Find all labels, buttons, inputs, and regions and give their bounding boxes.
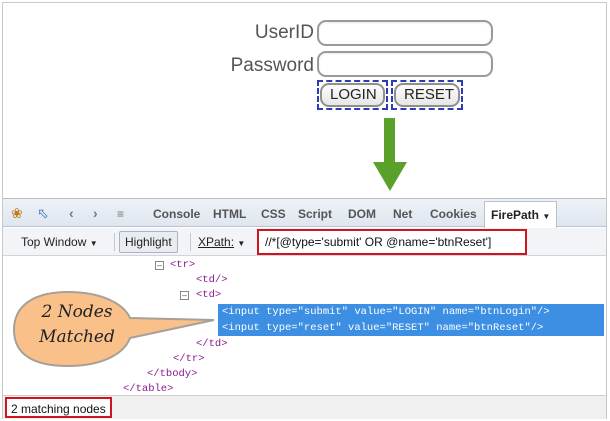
login-button-highlight: LOGIN [317,80,388,110]
xpath-input[interactable]: //*[@type='submit' OR @name='btnReset'] [257,229,527,255]
forward-icon[interactable]: › [93,205,98,221]
tab-net[interactable]: Net [393,207,412,221]
xpath-type-select[interactable]: XPath: ▼ [198,235,245,249]
callout-text: 2 Nodes Matched [22,300,132,350]
matched-node-reset[interactable]: <input type="reset" value="RESET" name="… [218,320,604,336]
frame-select[interactable]: Top Window ▼ [21,235,98,249]
matched-node-login[interactable]: <input type="submit" value="LOGIN" name=… [218,304,604,320]
arrow-down-icon [373,118,407,191]
tab-firepath[interactable]: FirePath ▼ [484,201,558,228]
reset-button[interactable]: RESET [394,83,460,107]
firepath-toolbar: Top Window ▼ Highlight XPath: ▼ //*[@typ… [3,228,606,256]
chevron-down-icon: ▼ [542,212,551,221]
tab-cookies[interactable]: Cookies [430,207,477,221]
tab-css[interactable]: CSS [261,207,286,221]
firebug-icon[interactable]: ❀ [11,205,23,222]
toolbar-divider [114,233,115,251]
chevron-down-icon: ▼ [89,239,98,248]
login-button[interactable]: LOGIN [320,83,385,107]
back-icon[interactable]: ‹ [69,205,74,221]
password-label: Password [230,55,314,76]
devtools-tab-bar: ❀ ⬁ ‹ › ≡ Console HTML CSS Script DOM Ne… [3,199,606,228]
tab-console[interactable]: Console [153,207,200,221]
password-input[interactable] [317,51,493,77]
tree-node-td-empty[interactable]: <td/> [196,274,228,286]
xpath-label: XPath: [198,235,235,249]
tab-dom[interactable]: DOM [348,207,376,221]
tree-node-tr[interactable]: <tr> [170,259,195,271]
callout-line1: 2 Nodes [41,302,113,322]
matching-nodes-status: 2 matching nodes [5,397,112,418]
userid-input[interactable] [317,20,493,46]
userid-label: UserID [254,22,314,43]
status-bar: 2 matching nodes [3,395,606,419]
tab-firepath-label: FirePath [491,208,540,222]
callout-line2: Matched [39,327,115,347]
highlight-button[interactable]: Highlight [119,231,178,253]
chevron-down-icon: ▼ [237,239,246,248]
frame-select-value: Top Window [21,235,87,249]
toolbar-divider [190,233,191,251]
reset-button-highlight: RESET [391,80,463,110]
tab-html[interactable]: HTML [213,207,246,221]
inspect-icon[interactable]: ⬁ [37,205,49,222]
command-line-icon[interactable]: ≡ [117,207,124,221]
collapse-toggle-icon[interactable]: – [155,261,164,270]
tree-node-table-close[interactable]: </table> [123,383,173,392]
tab-script[interactable]: Script [298,207,332,221]
